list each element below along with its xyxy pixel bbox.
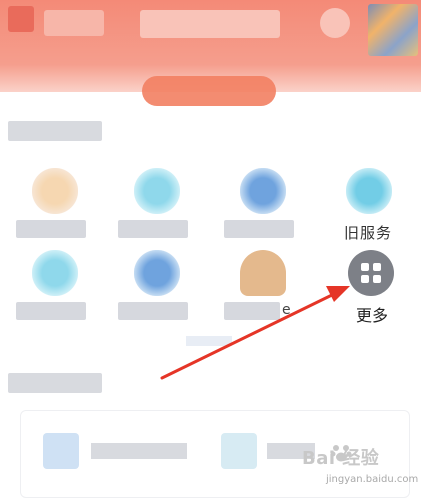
service-icon (346, 168, 392, 214)
card-icon (221, 433, 257, 469)
card-icon (43, 433, 79, 469)
service-item[interactable] (224, 168, 304, 244)
service-icon (32, 250, 78, 296)
service-icon (134, 168, 180, 214)
service-label-blurred (224, 302, 280, 320)
service-item[interactable] (16, 168, 96, 244)
blurred-header-element (140, 10, 280, 38)
service-label-partial: 旧服务 (344, 224, 393, 242)
blurred-header-element (44, 10, 104, 36)
service-icon (240, 168, 286, 214)
service-label-blurred (224, 220, 294, 238)
more-button[interactable] (348, 250, 394, 296)
card-text-blurred (91, 443, 187, 459)
header-action-pill[interactable] (142, 76, 276, 106)
blurred-avatar[interactable] (368, 4, 418, 56)
service-item[interactable] (118, 250, 198, 326)
service-label-blurred (16, 220, 86, 238)
section-title-blurred (8, 121, 102, 141)
service-label-partial: e (282, 302, 291, 318)
section-title-blurred (8, 373, 102, 393)
watermark-text: Bai 经验 (302, 448, 380, 469)
service-icon (32, 168, 78, 214)
watermark: Bai 经验 jingyan.baidu.com (286, 440, 418, 494)
service-item[interactable] (118, 168, 198, 244)
blurred-header-element (320, 8, 350, 38)
home-icon (240, 250, 286, 296)
service-label-blurred (16, 302, 86, 320)
service-item[interactable] (224, 250, 304, 326)
service-label-blurred (118, 220, 188, 238)
service-icon (134, 250, 180, 296)
more-label[interactable]: 更多 (356, 302, 388, 326)
blurred-header-element (8, 6, 34, 32)
service-item[interactable] (16, 250, 96, 326)
service-label-blurred (118, 302, 188, 320)
watermark-url: jingyan.baidu.com (326, 474, 419, 485)
grid-icon (361, 263, 381, 283)
page-indicator (186, 336, 232, 346)
